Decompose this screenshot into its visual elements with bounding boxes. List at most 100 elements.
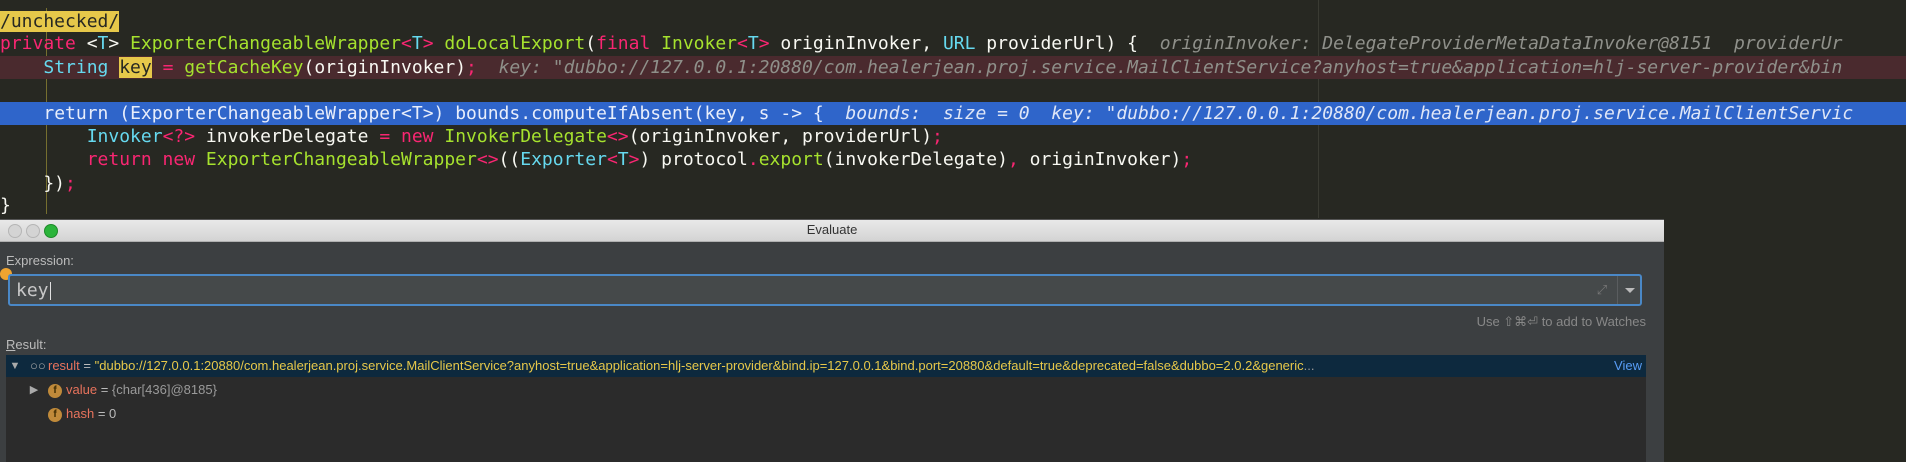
- inline-debug-value: bounds: size = 0 key: "dubbo://127.0.0.1…: [845, 103, 1854, 124]
- code-token: T: [747, 33, 759, 54]
- code-token: (originInvoker, providerUrl): [628, 126, 933, 147]
- code-token: <: [401, 103, 412, 124]
- code-token: new: [401, 126, 445, 147]
- code-token: T: [617, 149, 629, 170]
- expression-input[interactable]: key ⤢: [8, 274, 1642, 306]
- code-line: return new ExporterChangeableWrapper<>((…: [0, 148, 1906, 171]
- code-token: String: [43, 57, 120, 78]
- code-token: <>: [476, 149, 499, 170]
- code-token: InvokerDelegate: [444, 126, 607, 147]
- code-token: >: [108, 33, 131, 54]
- code-line: /unchecked/: [0, 10, 1906, 33]
- evaluate-dialog: Evaluate Expression: key ⤢ Use ⇧⌘⏎ to ad…: [0, 219, 1664, 462]
- code-token: ) bounds: [433, 103, 521, 124]
- code-token: (: [585, 33, 597, 54]
- code-token: invokerDelegate: [195, 126, 380, 147]
- tree-row-hash[interactable]: f hash = 0: [6, 403, 1646, 425]
- code-editor[interactable]: /unchecked/ private <T> ExporterChangeab…: [0, 0, 1906, 218]
- code-token: getCacheKey: [184, 57, 304, 78]
- result-label: Result:: [6, 337, 46, 352]
- code-token: ((: [498, 149, 521, 170]
- code-token: Invoker: [661, 33, 738, 54]
- code-token: s: [747, 103, 781, 124]
- history-dropdown-icon[interactable]: [1621, 280, 1639, 300]
- code-token: return: [43, 103, 120, 124]
- code-token: providerUrl) {: [975, 33, 1160, 54]
- code-token: .: [520, 103, 532, 124]
- code-token: >: [422, 103, 434, 124]
- code-token: ;: [65, 173, 76, 194]
- code-token: }): [0, 173, 66, 194]
- inline-debug-value: originInvoker: DelegateProviderMetaDataI…: [1159, 33, 1843, 54]
- result-label-text: esult:: [15, 337, 47, 352]
- expand-editor-icon[interactable]: ⤢: [1594, 282, 1610, 298]
- expression-label: Expression:: [6, 253, 74, 268]
- field-name: hash: [66, 406, 95, 421]
- code-token: ,: [1007, 149, 1019, 170]
- code-token: originInvoker,: [769, 33, 943, 54]
- code-token: ;: [1181, 149, 1193, 170]
- code-token: ;: [466, 57, 477, 78]
- field-value: 0: [109, 406, 117, 421]
- expression-text[interactable]: key: [16, 280, 49, 301]
- code-token: doLocalExport: [444, 33, 586, 54]
- code-token: T: [97, 33, 109, 54]
- tree-row-value[interactable]: ▶ f value = {char[436]@8185}: [6, 379, 1646, 401]
- code-token: computeIfAbsent: [531, 103, 694, 124]
- code-token: (key: [693, 103, 737, 124]
- code-line: Invoker<?> invokerDelegate = new Invoker…: [0, 125, 1906, 148]
- watch-glasses-icon: ○○: [30, 358, 46, 373]
- dropdown-separator: [1617, 276, 1618, 304]
- dialog-titlebar[interactable]: Evaluate: [0, 220, 1664, 242]
- result-name: result: [48, 358, 80, 373]
- code-token: }: [0, 195, 11, 216]
- text-caret: [49, 282, 51, 300]
- code-token: (originInvoker): [303, 57, 467, 78]
- tree-row-result[interactable]: ▼ ○○ result = "dubbo://127.0.0.1:20880/c…: [6, 355, 1646, 377]
- code-token: {: [802, 103, 846, 124]
- collapsed-arrow-icon[interactable]: ▶: [27, 379, 41, 401]
- code-token: originInvoker): [1018, 149, 1182, 170]
- code-token: ExporterChangeableWrapper: [130, 33, 402, 54]
- code-token: ExporterChangeableWrapper: [130, 103, 401, 124]
- code-token: T: [411, 33, 423, 54]
- view-link[interactable]: View: [1610, 355, 1642, 377]
- code-token: ) protocol: [639, 149, 748, 170]
- field-name: value: [66, 382, 98, 397]
- code-token: URL: [942, 33, 976, 54]
- code-line-execution-point: return (ExporterChangeableWrapper<T>) bo…: [0, 102, 1906, 125]
- code-token: T: [411, 103, 423, 124]
- code-token: .: [747, 149, 759, 170]
- field-icon: f: [48, 408, 62, 422]
- code-token: >: [758, 33, 770, 54]
- field-value: {char[436]@8185}: [111, 382, 217, 397]
- code-token: <: [737, 33, 748, 54]
- code-token: =: [379, 126, 391, 147]
- result-ellipsis: ...: [1303, 358, 1315, 373]
- code-token: <>: [606, 126, 629, 147]
- field-icon: f: [48, 384, 62, 398]
- inline-debug-value: key: "dubbo://127.0.0.1:20880/com.healer…: [498, 57, 1843, 78]
- result-tree[interactable]: ▼ ○○ result = "dubbo://127.0.0.1:20880/c…: [6, 355, 1646, 462]
- code-token: (invokerDelegate): [823, 149, 1008, 170]
- code-token: <?>: [162, 126, 196, 147]
- code-token: private: [0, 33, 87, 54]
- code-token: return new: [86, 149, 206, 170]
- code-token: ,: [737, 103, 748, 124]
- code-line: });: [0, 172, 1906, 195]
- dialog-title: Evaluate: [806, 222, 858, 237]
- result-value: "dubbo://127.0.0.1:20880/com.healerjean.…: [94, 358, 1304, 373]
- code-line-breakpoint: String key = getCacheKey(originInvoker);…: [0, 56, 1906, 79]
- code-token: ;: [932, 126, 943, 147]
- watches-hint: Use ⇧⌘⏎ to add to Watches: [1476, 314, 1646, 329]
- code-token: Invoker: [86, 126, 163, 147]
- expanded-arrow-icon[interactable]: ▼: [8, 355, 22, 377]
